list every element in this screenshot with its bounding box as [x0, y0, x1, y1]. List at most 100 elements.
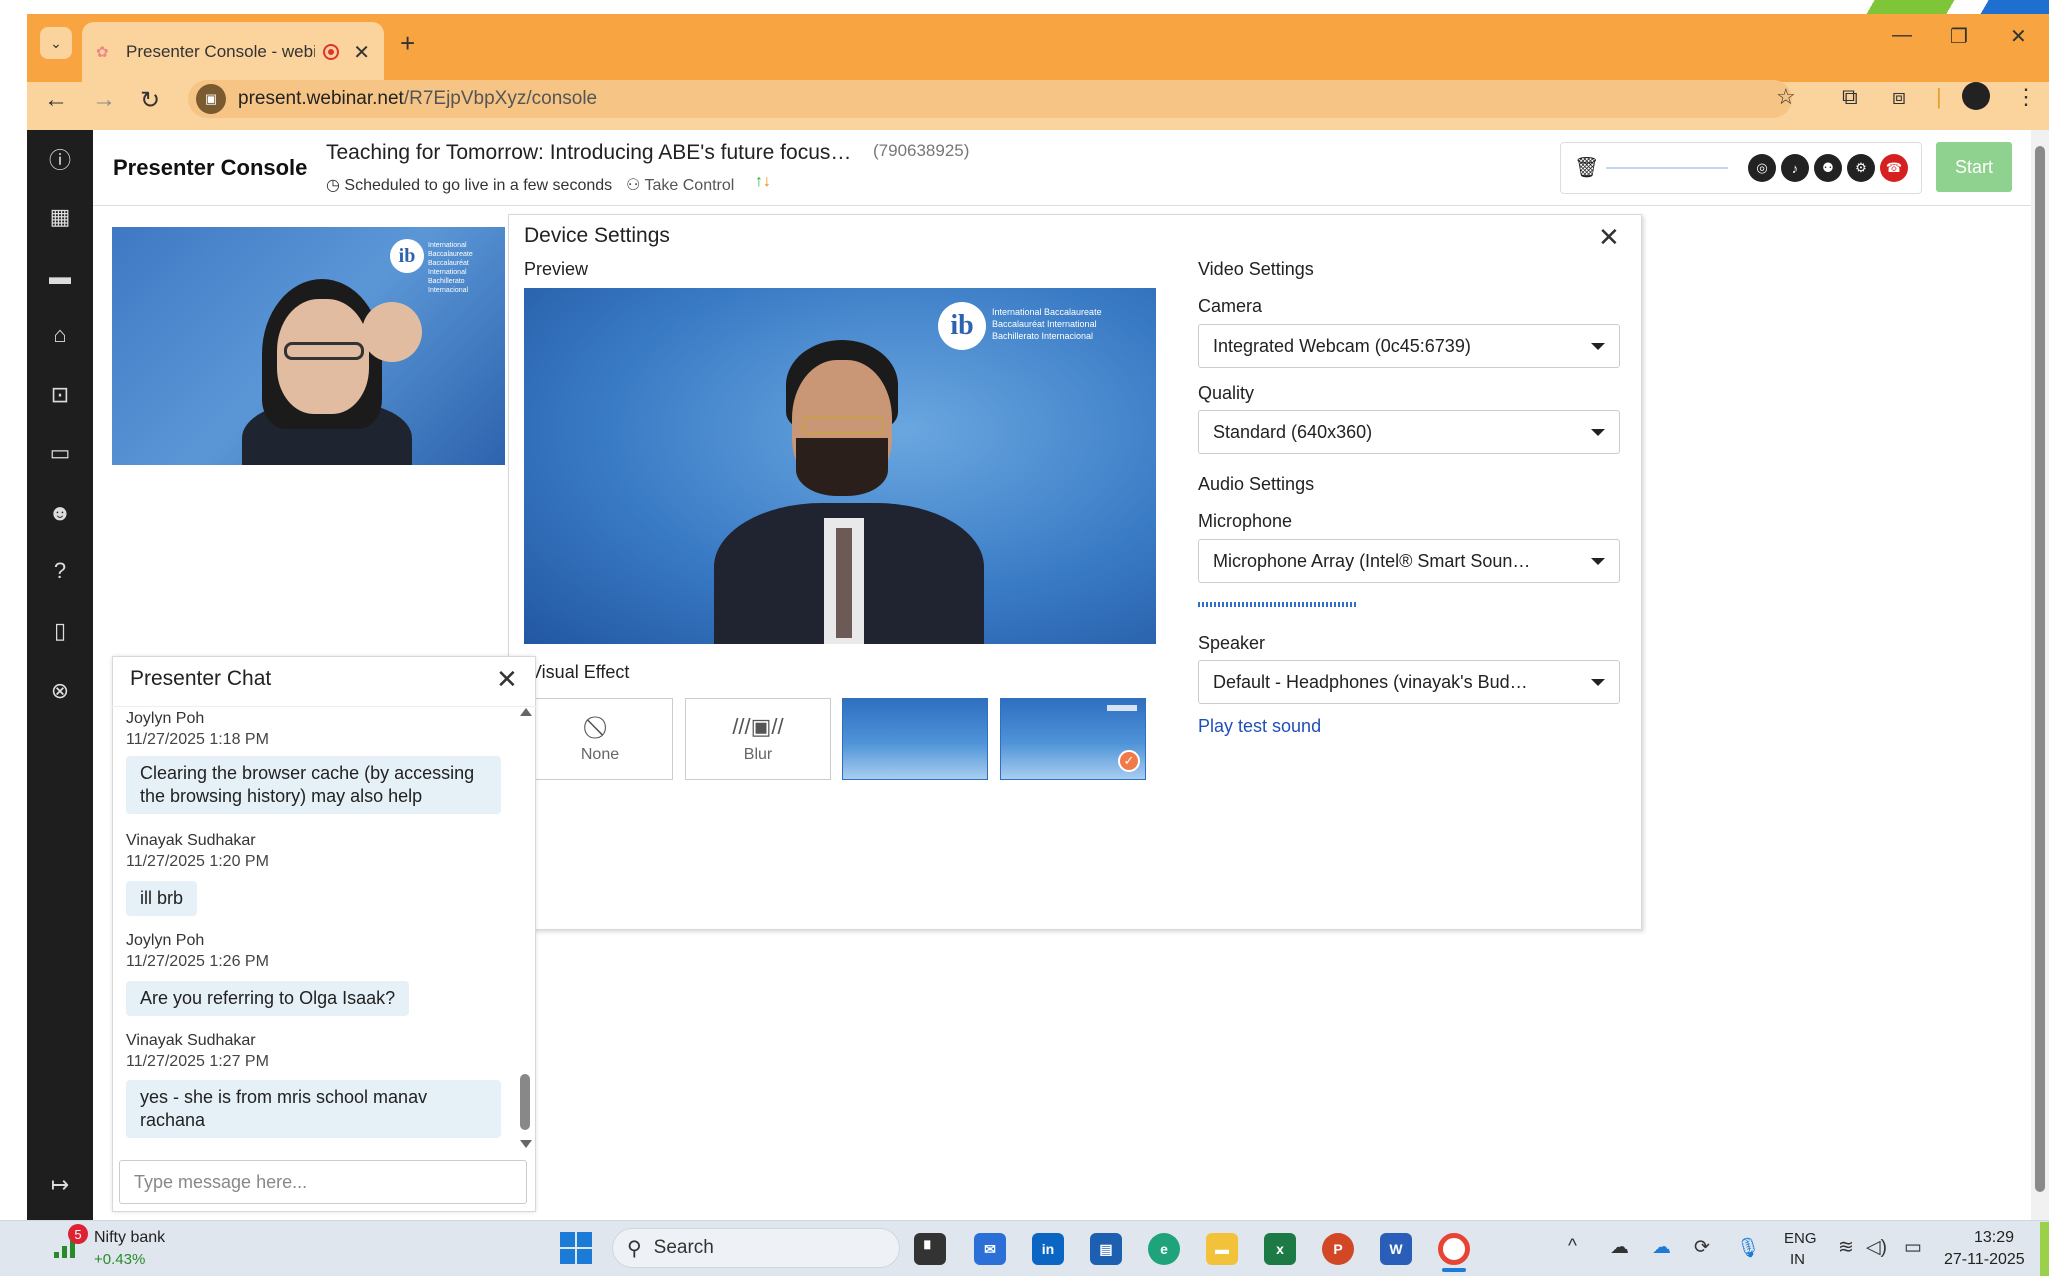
chat-scrollbar-thumb[interactable] — [520, 1074, 530, 1130]
desktop-background — [0, 0, 2049, 14]
microphone-select[interactable]: Microphone Array (Intel® Smart Soun… — [1198, 539, 1620, 583]
selected-check-icon: ✓ — [1118, 750, 1140, 772]
scroll-up-icon[interactable] — [520, 708, 532, 716]
back-arrow-icon[interactable]: ← — [44, 86, 68, 114]
page-scrollbar[interactable] — [2031, 130, 2049, 1220]
excel-icon[interactable]: x — [1264, 1233, 1296, 1265]
powerpoint-icon[interactable]: P — [1322, 1233, 1354, 1265]
url-path: /R7EjpVbpXyz/console — [403, 88, 598, 109]
clock-date[interactable]: 27-11-2025 — [1944, 1251, 2025, 1269]
effect-none[interactable]: ⃠ None — [527, 698, 673, 780]
language-indicator[interactable]: ENG — [1784, 1230, 1817, 1247]
edge-icon[interactable]: e — [1148, 1233, 1180, 1265]
effect-none-label: None — [580, 746, 620, 763]
wifi-icon[interactable]: ≋ — [1838, 1236, 1854, 1259]
message-time: 11/27/2025 1:26 PM — [126, 953, 269, 970]
device-settings-title: Device Settings — [524, 224, 670, 247]
hang-up-icon[interactable]: ☎ — [1880, 154, 1908, 182]
message-time: 11/27/2025 1:18 PM — [126, 731, 269, 748]
start-button[interactable]: Start — [1936, 142, 2012, 192]
cloud-icon[interactable]: ☁ — [1610, 1236, 1629, 1259]
ib-logo-icon — [1107, 705, 1137, 711]
profile-avatar[interactable] — [1962, 82, 1990, 110]
speaker-select[interactable]: Default - Headphones (vinayak's Bud… — [1198, 660, 1620, 704]
browser-menu-icon[interactable]: ⋮ — [2015, 84, 2037, 110]
recording-indicator-icon — [323, 44, 340, 60]
chat-close-icon[interactable]: ✕ — [496, 664, 518, 695]
tab-title: Presenter Console - webinar — [126, 42, 316, 61]
forward-arrow-icon[interactable]: → — [92, 86, 116, 114]
search-label: Search — [653, 1237, 714, 1258]
layout-icon[interactable]: ▯ — [45, 616, 75, 646]
tab-search-dropdown-icon[interactable]: ⌄ — [40, 27, 72, 59]
page-scrollbar-thumb[interactable] — [2035, 146, 2045, 1192]
clock-time[interactable]: 13:29 — [1974, 1229, 2014, 1247]
chrome-icon[interactable] — [1438, 1233, 1470, 1265]
windows-start-icon[interactable] — [560, 1232, 592, 1264]
microphone-icon[interactable]: 🎙 — [1736, 1236, 1760, 1260]
users-icon[interactable]: ☻ — [45, 498, 75, 528]
widget-stock-name[interactable]: Nifty bank — [94, 1229, 165, 1247]
taskbar-search[interactable]: ⚲ Search — [612, 1228, 900, 1268]
attendees-icon[interactable]: ⚉ — [1814, 154, 1842, 182]
presentation-icon[interactable]: ⌂ — [45, 320, 75, 350]
file-explorer-icon[interactable]: ▬ — [1206, 1233, 1238, 1265]
camera-off-icon[interactable]: ◎ — [1748, 154, 1776, 182]
battery-icon[interactable]: ▭ — [1904, 1236, 1922, 1259]
outlook-icon[interactable]: ✉ — [974, 1233, 1006, 1265]
extensions-puzzle-icon[interactable]: ⧈ — [1892, 84, 1906, 110]
settings-gear-icon[interactable]: ⚙ — [1847, 154, 1875, 182]
trash-icon[interactable]: 🗑 — [1574, 155, 1599, 180]
chat-title: Presenter Chat — [130, 667, 272, 690]
quality-value: Standard (640x360) — [1213, 421, 1373, 442]
webinar-id: (790638925) — [873, 141, 970, 160]
bookmark-star-icon[interactable]: ☆ — [1776, 84, 1796, 110]
message-bubble: Clearing the browser cache (by accessing… — [126, 756, 501, 814]
effect-blur[interactable]: ///▣// Blur — [685, 698, 831, 780]
presenter-tie — [836, 528, 852, 638]
device-settings-close-icon[interactable]: ✕ — [1598, 222, 1620, 253]
support-icon[interactable]: ⊗ — [45, 676, 75, 706]
restore-window-icon[interactable]: ❐ — [1950, 24, 1968, 49]
mic-off-icon[interactable]: ♪ — [1781, 154, 1809, 182]
folder-icon[interactable]: ▬ — [45, 262, 75, 292]
site-info-icon[interactable]: ▣ — [196, 84, 226, 114]
minimize-window-icon[interactable]: — — [1892, 24, 1912, 47]
effect-background-blue[interactable] — [842, 698, 988, 780]
chat-scrollbar[interactable] — [518, 706, 532, 1152]
scroll-down-icon[interactable] — [520, 1140, 532, 1148]
grid-icon[interactable]: ▦ — [45, 202, 75, 232]
quality-select[interactable]: Standard (640x360) — [1198, 410, 1620, 454]
message-text: the browsing history) may also help — [140, 786, 423, 806]
tab-close-icon[interactable]: ✕ — [353, 40, 370, 65]
chat-message-input[interactable] — [119, 1160, 527, 1204]
take-control-button[interactable]: ⚇ Take Control — [626, 175, 734, 195]
close-window-icon[interactable]: ✕ — [2010, 24, 2027, 49]
sync-icon[interactable]: ⟳ — [1694, 1236, 1710, 1259]
info-icon[interactable]: ⓘ — [45, 144, 75, 174]
tray-chevron-up-icon[interactable]: ^ — [1568, 1236, 1577, 1258]
store-icon[interactable]: ▤ — [1090, 1233, 1122, 1265]
onedrive-icon[interactable]: ☁ — [1652, 1236, 1671, 1259]
extension-icon[interactable]: ⧉ — [1842, 84, 1858, 110]
ib-logo-icon: ib — [390, 239, 424, 273]
play-test-sound-link[interactable]: Play test sound — [1198, 716, 1321, 737]
chat-icon[interactable]: ▭ — [45, 438, 75, 468]
sync-arrows-icon: ↑↓ — [755, 173, 771, 190]
word-icon[interactable]: W — [1380, 1233, 1412, 1265]
widget-stock-change: +0.43% — [94, 1251, 146, 1268]
question-icon[interactable]: ? — [45, 556, 75, 586]
volume-icon[interactable]: ◁) — [1866, 1236, 1887, 1259]
task-view-icon[interactable]: ▘ — [914, 1233, 946, 1265]
address-bar[interactable]: ▣ present.webinar.net/R7EjpVbpXyz/consol… — [188, 80, 1792, 118]
chevron-down-icon — [1591, 342, 1605, 350]
browser-tab-active[interactable]: ✿ Presenter Console - webinar ✕ — [82, 22, 384, 82]
linkedin-icon[interactable]: in — [1032, 1233, 1064, 1265]
ib-logo-text: International Baccalaureate Baccalauréat … — [992, 307, 1102, 341]
reload-icon[interactable]: ↻ — [140, 86, 160, 115]
camera-select[interactable]: Integrated Webcam (0c45:6739) — [1198, 324, 1620, 368]
presenter-screen-icon[interactable]: ⊡ — [45, 380, 75, 410]
logout-icon[interactable]: ↦ — [45, 1170, 75, 1200]
glasses-icon — [802, 416, 884, 434]
new-tab-button[interactable]: + — [400, 28, 415, 59]
